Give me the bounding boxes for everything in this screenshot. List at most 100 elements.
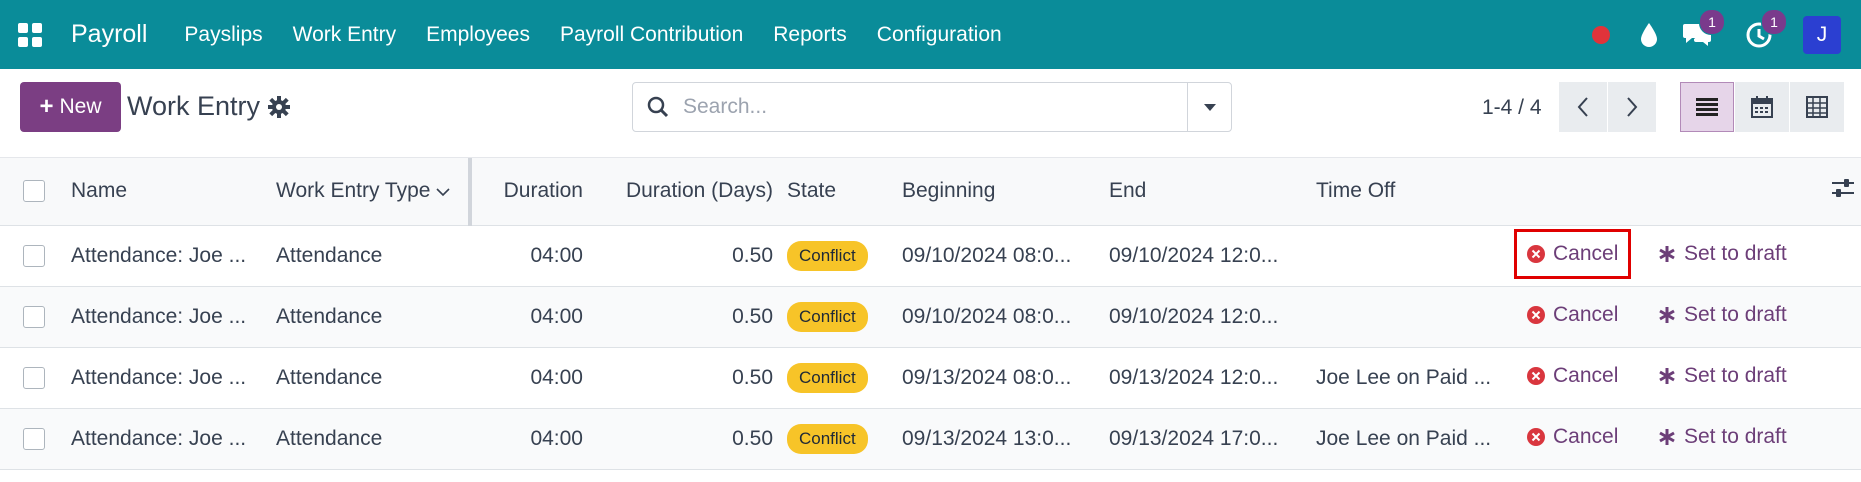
menu-payroll-contribution[interactable]: Payroll Contribution (554, 23, 749, 47)
user-avatar[interactable]: J (1803, 15, 1841, 54)
cell-duration-days[interactable]: 0.50 (593, 225, 781, 286)
menu-configuration[interactable]: Configuration (871, 23, 1008, 47)
list-view-button[interactable] (1680, 82, 1734, 132)
x-circle-icon (1527, 245, 1545, 263)
chevron-left-icon (1577, 97, 1588, 117)
row-checkbox[interactable] (23, 366, 45, 389)
cell-time-off[interactable] (1306, 286, 1513, 347)
cell-end[interactable]: 09/10/2024 12:0... (1099, 286, 1306, 347)
app-name[interactable]: Payroll (71, 20, 147, 49)
search-options-toggle[interactable] (1187, 83, 1231, 131)
cell-duration[interactable]: 04:00 (470, 347, 593, 408)
status-badge: Conflict (787, 423, 868, 454)
cell-end[interactable]: 09/13/2024 12:0... (1099, 347, 1306, 408)
header-time-off[interactable]: Time Off (1306, 158, 1513, 226)
cell-duration[interactable]: 04:00 (470, 408, 593, 469)
set-to-draft-label: Set to draft (1684, 425, 1787, 448)
cell-name[interactable]: Attendance: Joe ... (70, 286, 275, 347)
pager-value[interactable]: 1-4 / 4 (1482, 96, 1542, 120)
cell-time-off[interactable] (1306, 225, 1513, 286)
cell-duration[interactable]: 04:00 (470, 225, 593, 286)
header-work-entry-type[interactable]: Work Entry Type (275, 158, 472, 226)
cell-state[interactable]: Conflict (781, 408, 892, 469)
cell-duration-days[interactable]: 0.50 (593, 408, 781, 469)
x-circle-icon (1527, 428, 1545, 446)
table-row[interactable]: Attendance: Joe ... Attendance 04:00 0.5… (0, 347, 1861, 408)
menu-work-entry[interactable]: Work Entry (287, 23, 402, 47)
pivot-view-button[interactable] (1790, 82, 1844, 132)
chevron-right-icon (1627, 97, 1638, 117)
pager-next-button[interactable] (1608, 82, 1656, 132)
search-input[interactable]: Search... (683, 95, 1187, 119)
cell-beginning[interactable]: 09/10/2024 08:0... (892, 286, 1099, 347)
search-bar[interactable]: Search... (632, 82, 1232, 132)
header-duration[interactable]: Duration (470, 158, 593, 226)
cell-beginning[interactable]: 09/13/2024 13:0... (892, 408, 1099, 469)
pager-previous-button[interactable] (1559, 82, 1607, 132)
optional-columns-toggle[interactable] (1783, 158, 1861, 226)
cell-duration[interactable]: 04:00 (470, 286, 593, 347)
select-all-checkbox-cell[interactable] (0, 158, 70, 226)
plus-icon: + (39, 93, 54, 120)
menu-payslips[interactable]: Payslips (178, 23, 268, 47)
cell-state[interactable]: Conflict (781, 225, 892, 286)
apps-menu-icon[interactable] (0, 0, 60, 69)
cancel-button[interactable]: Cancel (1527, 364, 1618, 388)
cell-draft: Set to draft (1638, 286, 1861, 347)
row-select-cell[interactable] (0, 225, 70, 286)
new-button[interactable]: + New (20, 82, 121, 132)
header-state[interactable]: State (781, 158, 892, 226)
cell-beginning[interactable]: 09/10/2024 08:0... (892, 225, 1099, 286)
menu-employees[interactable]: Employees (420, 23, 536, 47)
cell-type[interactable]: Attendance (275, 286, 470, 347)
header-beginning[interactable]: Beginning (892, 158, 1099, 226)
cell-state[interactable]: Conflict (781, 347, 892, 408)
set-to-draft-button[interactable]: Set to draft (1658, 425, 1787, 449)
cell-draft: Set to draft (1638, 225, 1861, 286)
clock-activity-icon[interactable]: 1 (1741, 8, 1787, 53)
header-name[interactable]: Name (70, 158, 275, 226)
drop-icon[interactable] (1631, 17, 1667, 53)
set-to-draft-button[interactable]: Set to draft (1658, 242, 1787, 266)
cell-duration-days[interactable]: 0.50 (593, 286, 781, 347)
cell-state[interactable]: Conflict (781, 286, 892, 347)
table-row[interactable]: Attendance: Joe ... Attendance 04:00 0.5… (0, 225, 1861, 286)
select-all-checkbox[interactable] (23, 180, 45, 203)
search-icon (633, 96, 683, 118)
cancel-button[interactable]: Cancel (1513, 229, 1632, 279)
recording-dot-icon[interactable] (1583, 17, 1619, 53)
cell-type[interactable]: Attendance (275, 408, 470, 469)
cancel-button-label: Cancel (1553, 425, 1619, 448)
header-end[interactable]: End (1099, 158, 1306, 226)
set-to-draft-button[interactable]: Set to draft (1658, 364, 1787, 388)
cell-time-off[interactable]: Joe Lee on Paid ... (1306, 347, 1513, 408)
menu-reports[interactable]: Reports (767, 23, 853, 47)
cell-beginning[interactable]: 09/13/2024 08:0... (892, 347, 1099, 408)
table-row[interactable]: Attendance: Joe ... Attendance 04:00 0.5… (0, 286, 1861, 347)
status-badge: Conflict (787, 362, 868, 393)
cell-name[interactable]: Attendance: Joe ... (70, 347, 275, 408)
cell-name[interactable]: Attendance: Joe ... (70, 408, 275, 469)
cancel-button[interactable]: Cancel (1527, 303, 1618, 327)
cancel-button[interactable]: Cancel (1527, 425, 1618, 449)
row-select-cell[interactable] (0, 408, 70, 469)
cell-time-off[interactable]: Joe Lee on Paid ... (1306, 408, 1513, 469)
row-select-cell[interactable] (0, 347, 70, 408)
table-row[interactable]: Attendance: Joe ... Attendance 04:00 0.5… (0, 408, 1861, 469)
set-to-draft-button[interactable]: Set to draft (1658, 303, 1787, 327)
cell-duration-days[interactable]: 0.50 (593, 347, 781, 408)
calendar-view-button[interactable] (1735, 82, 1789, 132)
chat-icon[interactable]: 1 (1679, 8, 1725, 53)
row-checkbox[interactable] (23, 305, 45, 328)
row-select-cell[interactable] (0, 286, 70, 347)
page-title: Work Entry (127, 91, 261, 121)
row-checkbox[interactable] (23, 427, 45, 450)
row-checkbox[interactable] (23, 244, 45, 267)
header-duration-days[interactable]: Duration (Days) (593, 158, 781, 226)
cell-name[interactable]: Attendance: Joe ... (70, 225, 275, 286)
cell-end[interactable]: 09/10/2024 12:0... (1099, 225, 1306, 286)
cell-type[interactable]: Attendance (275, 347, 470, 408)
gear-icon[interactable] (268, 96, 290, 118)
cell-end[interactable]: 09/13/2024 17:0... (1099, 408, 1306, 469)
cell-type[interactable]: Attendance (275, 225, 470, 286)
